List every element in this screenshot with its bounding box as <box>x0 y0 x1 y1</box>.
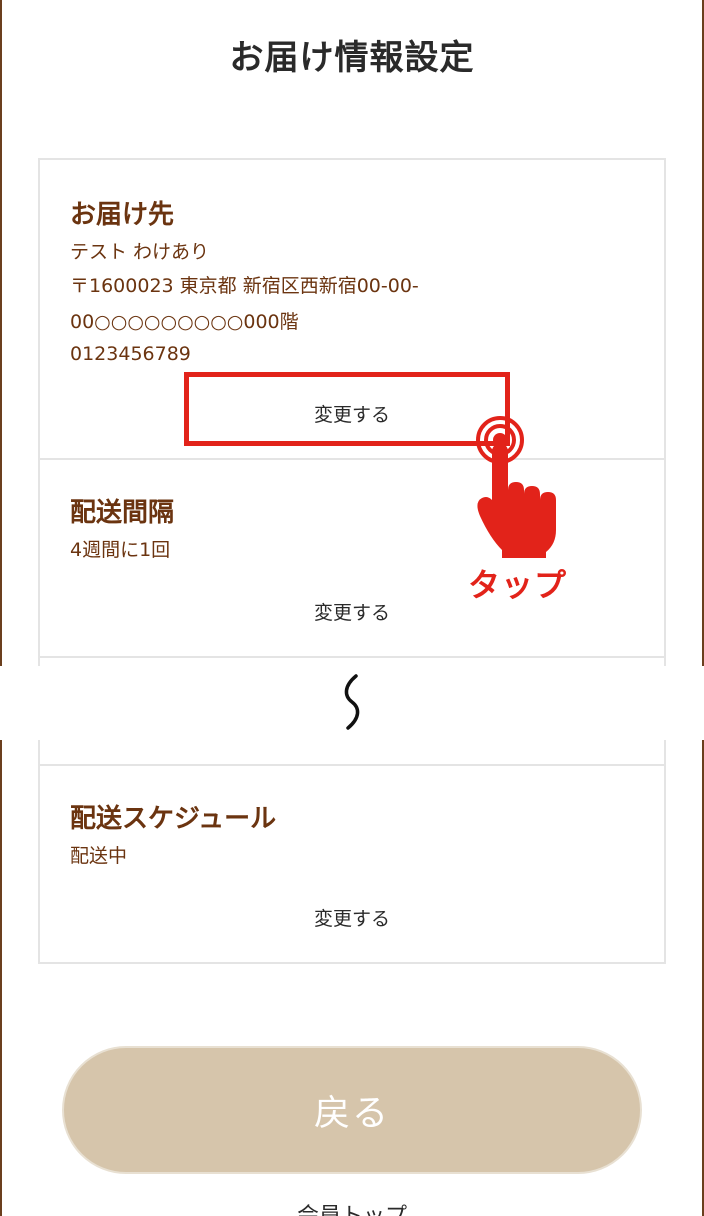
delivery-address-title: お届け先 <box>70 200 175 230</box>
recipient-name: テスト わけあり <box>70 241 210 263</box>
section-divider <box>40 656 664 658</box>
change-interval-button[interactable]: 変更する <box>40 598 664 625</box>
delivery-interval-title: 配送間隔 <box>70 498 175 528</box>
delivery-schedule-section: 配送スケジュール 配送中 変更する <box>40 766 664 962</box>
delivery-interval-section: 配送間隔 4週間に1回 変更する <box>40 460 664 658</box>
back-button-label: 戻る <box>313 1093 390 1134</box>
member-top-link[interactable]: 会員トップ <box>0 1198 704 1216</box>
tap-label: タップ <box>468 566 568 604</box>
tap-hand-icon <box>476 416 556 558</box>
omission-squiggle-icon <box>344 674 360 730</box>
address-line1: 〒1600023 東京都 新宿区西新宿00-00- <box>70 275 419 297</box>
delivery-schedule-title: 配送スケジュール <box>70 804 277 834</box>
phone-number: 0123456789 <box>70 343 191 365</box>
back-button[interactable]: 戻る <box>62 1046 642 1174</box>
delivery-schedule-value: 配送中 <box>70 845 128 867</box>
delivery-interval-value: 4週間に1回 <box>70 539 171 561</box>
page-title: お届け情報設定 <box>229 38 475 78</box>
address-line2: 00○○○○○○○○○000階 <box>70 311 299 333</box>
change-schedule-button[interactable]: 変更する <box>40 904 664 931</box>
highlight-box <box>184 372 510 446</box>
settings-card-bottom: 配送スケジュール 配送中 変更する <box>38 740 666 964</box>
